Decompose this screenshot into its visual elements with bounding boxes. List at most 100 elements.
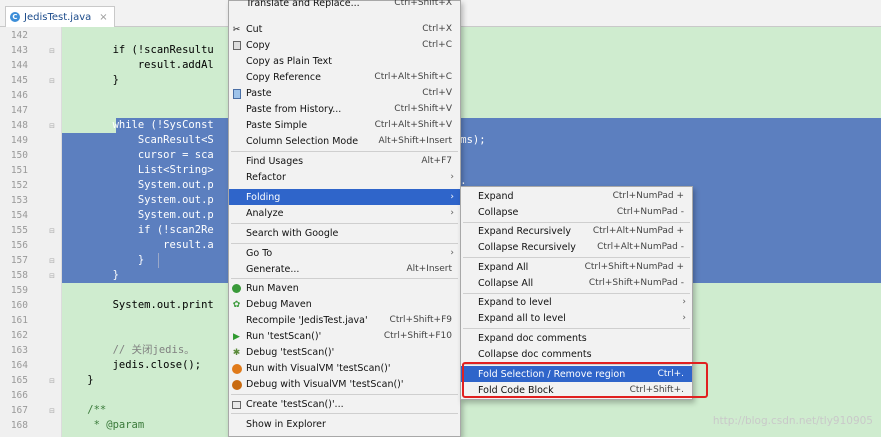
menu-item-find-usages[interactable]: Find Usages Alt+F7 bbox=[229, 153, 460, 169]
menu-item-debug-testscan[interactable]: ✱ Debug 'testScan()' bbox=[229, 344, 460, 360]
line-number: 157 bbox=[10, 255, 28, 266]
line-number: 160 bbox=[10, 300, 28, 311]
line-number: 165 bbox=[10, 375, 28, 386]
line-number: 144 bbox=[10, 60, 28, 71]
editor-context-menu: Translate and Replace... Ctrl+Shift+X ✂ Cu… bbox=[228, 0, 461, 437]
submenu-arrow-icon: › bbox=[450, 248, 454, 258]
run-icon: ▶ bbox=[233, 331, 240, 342]
watermark: http://blog.csdn.net/tly910905 bbox=[712, 415, 873, 427]
submenu-item-collapse-all[interactable]: Collapse All Ctrl+Shift+NumPad - bbox=[461, 275, 692, 291]
close-icon[interactable]: × bbox=[99, 12, 107, 23]
menu-item-folding[interactable]: Folding › bbox=[229, 189, 460, 205]
menu-separator bbox=[463, 257, 690, 258]
fold-marker-icon[interactable]: ⊟ bbox=[48, 77, 56, 85]
submenu-item-expand-all[interactable]: Expand All Ctrl+Shift+NumPad + bbox=[461, 259, 692, 275]
menu-item-search-google[interactable]: Search with Google bbox=[229, 225, 460, 241]
menu-item-paste-history[interactable]: Paste from History... Ctrl+Shift+V bbox=[229, 101, 460, 117]
line-number: 143 bbox=[10, 45, 28, 56]
submenu-arrow-icon: › bbox=[450, 208, 454, 218]
menu-item-go-to[interactable]: Go To › bbox=[229, 245, 460, 261]
fold-marker-icon[interactable]: ⊟ bbox=[48, 227, 56, 235]
line-number: 161 bbox=[10, 315, 28, 326]
code-line: if (!scanResultu bbox=[62, 44, 214, 56]
fold-marker-icon[interactable]: ⊟ bbox=[48, 122, 56, 130]
line-number: 153 bbox=[10, 195, 28, 206]
menu-separator bbox=[463, 328, 690, 329]
menu-item-run-testscan[interactable]: ▶ Run 'testScan()' Ctrl+Shift+F10 bbox=[229, 328, 460, 344]
submenu-arrow-icon: › bbox=[682, 313, 686, 323]
menu-item-recompile[interactable]: Recompile 'JedisTest.java' Ctrl+Shift+F9 bbox=[229, 312, 460, 328]
annotation-highlight-box bbox=[462, 362, 708, 398]
line-number: 155 bbox=[10, 225, 28, 236]
submenu-item-collapse-doc-comments[interactable]: Collapse doc comments bbox=[461, 346, 692, 362]
fold-marker-icon[interactable]: ⊟ bbox=[48, 377, 56, 385]
line-number: 159 bbox=[10, 285, 28, 296]
line-number: 148 bbox=[10, 120, 28, 131]
menu-item-copy[interactable]: Copy Ctrl+C bbox=[229, 37, 460, 53]
line-number: 142 bbox=[10, 30, 28, 41]
menu-item-debug-visualvm[interactable]: Debug with VisualVM 'testScan()' bbox=[229, 376, 460, 392]
line-number: 152 bbox=[10, 180, 28, 191]
menu-item-translate-replace[interactable]: Translate and Replace... Ctrl+Shift+X bbox=[229, 0, 460, 11]
maven-debug-icon: ✿ bbox=[232, 299, 241, 310]
menu-item-generate[interactable]: Generate... Alt+Insert bbox=[229, 261, 460, 277]
file-tab-label: JedisTest.java bbox=[24, 11, 92, 23]
menu-item-run-maven[interactable]: Run Maven bbox=[229, 280, 460, 296]
code-line: } bbox=[62, 74, 119, 86]
line-number: 146 bbox=[10, 90, 28, 101]
paste-icon bbox=[231, 88, 242, 99]
menu-item-cut[interactable]: ✂ Cut Ctrl+X bbox=[229, 21, 460, 37]
java-class-icon: C bbox=[10, 12, 20, 22]
line-number: 158 bbox=[10, 270, 28, 281]
menu-item-column-selection[interactable]: Column Selection Mode Alt+Shift+Insert bbox=[229, 133, 460, 149]
fold-marker-icon[interactable]: ⊟ bbox=[48, 272, 56, 280]
menu-separator bbox=[231, 413, 458, 414]
fold-marker-icon[interactable]: ⊟ bbox=[48, 257, 56, 265]
menu-item-run-visualvm[interactable]: Run with VisualVM 'testScan()' bbox=[229, 360, 460, 376]
copy-icon bbox=[231, 40, 242, 51]
menu-item-show-explorer[interactable]: Show in Explorer bbox=[229, 416, 460, 432]
menu-item-analyze[interactable]: Analyze › bbox=[229, 205, 460, 221]
menu-item-paste[interactable]: Paste Ctrl+V bbox=[229, 85, 460, 101]
submenu-arrow-icon: › bbox=[450, 192, 454, 202]
line-number: 168 bbox=[10, 420, 28, 431]
submenu-arrow-icon: › bbox=[450, 172, 454, 182]
code-line: List<String> bbox=[62, 164, 214, 176]
submenu-item-collapse[interactable]: Collapse Ctrl+NumPad - bbox=[461, 204, 692, 220]
submenu-item-expand[interactable]: Expand Ctrl+NumPad + bbox=[461, 188, 692, 204]
submenu-item-expand-recursively[interactable]: Expand Recursively Ctrl+Alt+NumPad + bbox=[461, 223, 692, 239]
menu-separator bbox=[231, 394, 458, 395]
menu-separator bbox=[231, 223, 458, 224]
menu-item-copy-reference[interactable]: Copy Reference Ctrl+Alt+Shift+C bbox=[229, 69, 460, 85]
line-number: 147 bbox=[10, 105, 28, 116]
fold-marker-icon[interactable]: ⊟ bbox=[48, 407, 56, 415]
create-icon bbox=[231, 399, 242, 410]
line-number: 163 bbox=[10, 345, 28, 356]
menu-item-refactor[interactable]: Refactor › bbox=[229, 169, 460, 185]
code-line: result.addAl bbox=[62, 59, 214, 71]
submenu-item-expand-to-level[interactable]: Expand to level › bbox=[461, 294, 692, 310]
debug-icon: ✱ bbox=[232, 347, 241, 358]
menu-item-copy-plain-text[interactable]: Copy as Plain Text bbox=[229, 53, 460, 69]
submenu-item-expand-doc-comments[interactable]: Expand doc comments bbox=[461, 330, 692, 346]
submenu-item-collapse-recursively[interactable]: Collapse Recursively Ctrl+Alt+NumPad - bbox=[461, 239, 692, 255]
menu-item-debug-maven[interactable]: ✿ Debug Maven bbox=[229, 296, 460, 312]
line-number: 166 bbox=[10, 390, 28, 401]
maven-run-icon bbox=[231, 283, 242, 294]
submenu-item-expand-all-to-level[interactable]: Expand all to level › bbox=[461, 310, 692, 326]
menu-separator bbox=[231, 243, 458, 244]
line-number: 167 bbox=[10, 405, 28, 416]
line-number: 145 bbox=[10, 75, 28, 86]
code-line: cursor = sca bbox=[62, 149, 214, 161]
visualvm-debug-icon bbox=[231, 379, 242, 390]
menu-item-create-testscan[interactable]: Create 'testScan()'... bbox=[229, 396, 460, 412]
line-number: 150 bbox=[10, 150, 28, 161]
file-tab[interactable]: C JedisTest.java × bbox=[5, 6, 115, 27]
menu-item-paste-simple[interactable]: Paste Simple Ctrl+Alt+Shift+V bbox=[229, 117, 460, 133]
fold-marker-icon[interactable]: ⊟ bbox=[48, 47, 56, 55]
submenu-arrow-icon: › bbox=[682, 297, 686, 307]
line-number: 154 bbox=[10, 210, 28, 221]
